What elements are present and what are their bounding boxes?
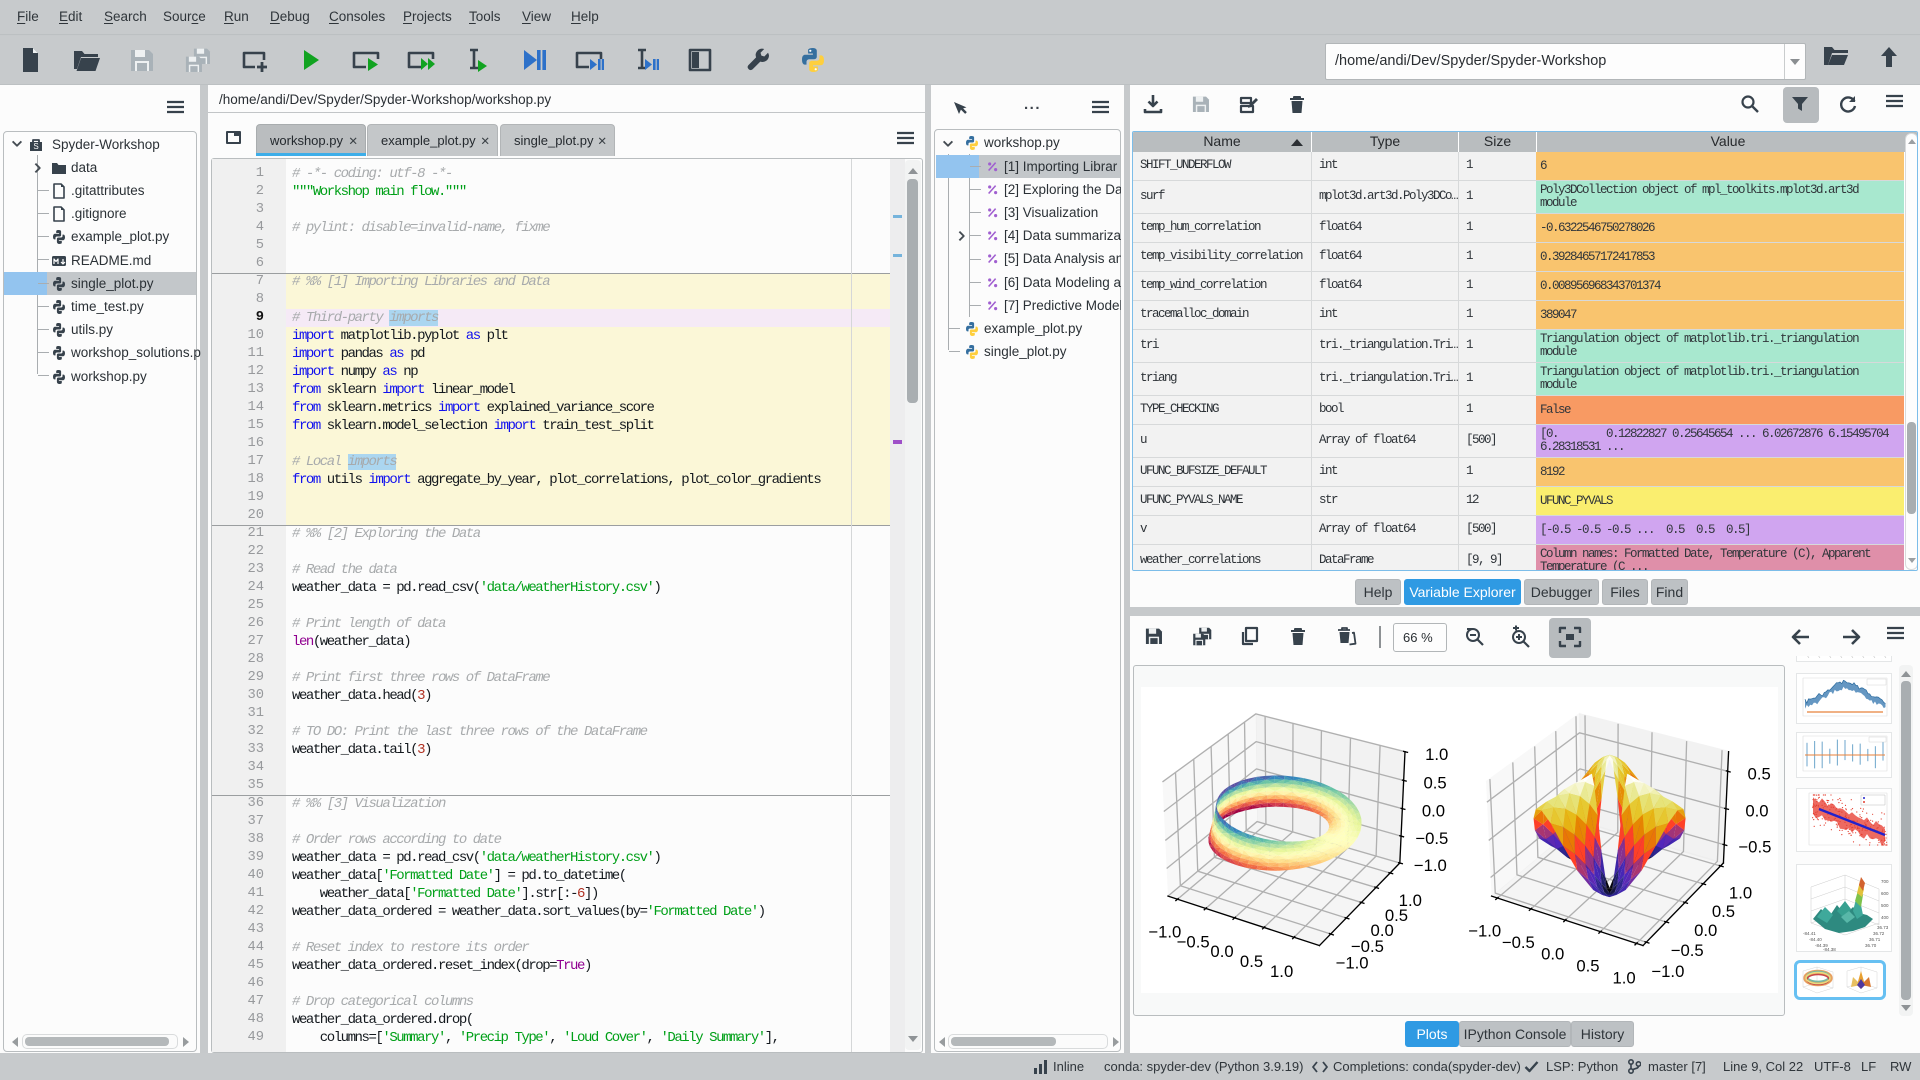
svg-text:-84.41: -84.41 (1803, 931, 1816, 936)
svg-text:0.0: 0.0 (1422, 802, 1445, 821)
svg-text:36.73: 36.73 (1877, 925, 1889, 930)
svg-text:36.70: 36.70 (1865, 943, 1877, 948)
svg-text:500: 500 (1881, 903, 1889, 908)
svg-text:0.5: 0.5 (1576, 956, 1599, 975)
svg-text:-84.40: -84.40 (1809, 937, 1822, 942)
svg-text:1.0: 1.0 (1613, 969, 1636, 988)
svg-text:36.71: 36.71 (1869, 937, 1881, 942)
svg-text:400: 400 (1881, 915, 1889, 920)
svg-text:1.0: 1.0 (1729, 884, 1752, 903)
svg-text:−1.0: −1.0 (1468, 921, 1501, 940)
svg-text:700: 700 (1881, 879, 1889, 884)
svg-text:−1.0: −1.0 (1336, 953, 1369, 972)
svg-text:600: 600 (1881, 891, 1889, 896)
svg-text:1.0: 1.0 (1399, 891, 1422, 910)
svg-text:0.0: 0.0 (1694, 921, 1717, 940)
svg-text:0.5: 0.5 (1240, 952, 1263, 971)
svg-text:36.72: 36.72 (1873, 931, 1885, 936)
svg-text:1.0: 1.0 (1425, 745, 1448, 764)
svg-text:−0.5: −0.5 (1671, 941, 1704, 960)
svg-text:0.5: 0.5 (1748, 764, 1771, 783)
svg-text:−0.5: −0.5 (1738, 838, 1771, 857)
svg-text:0.0: 0.0 (1745, 802, 1768, 821)
svg-text:0.0: 0.0 (1210, 942, 1233, 961)
svg-text:−0.5: −0.5 (1502, 933, 1535, 952)
svg-text:0.0: 0.0 (1541, 944, 1564, 963)
svg-text:0.5: 0.5 (1712, 902, 1735, 921)
svg-text:-84.38: -84.38 (1823, 947, 1836, 951)
svg-text:0.5: 0.5 (1423, 774, 1446, 793)
svg-text:1.0: 1.0 (1270, 962, 1293, 981)
svg-text:−1.0: −1.0 (1651, 962, 1684, 981)
svg-text:−0.5: −0.5 (1415, 829, 1448, 848)
svg-text:−1.0: −1.0 (1414, 856, 1447, 875)
svg-text:−0.5: −0.5 (1177, 932, 1210, 951)
svg-text:S: S (33, 142, 38, 151)
